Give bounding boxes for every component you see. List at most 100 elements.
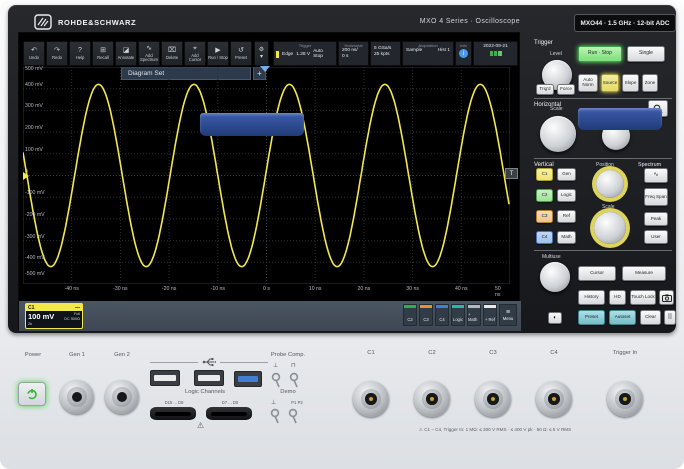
power-button[interactable] [18,382,46,406]
time-tick-label: -10 ns [211,286,225,292]
apps-button[interactable]: ⠿ [664,310,676,325]
user-button[interactable]: User [644,230,668,244]
toolbar-undo-button[interactable]: ↶Undo [23,41,45,66]
trigger-state: Stop [313,54,323,59]
c1-input-connector[interactable] [353,381,389,417]
warning-triangle-icon: ⚠ [197,421,204,430]
demo-signal-pins[interactable] [286,407,300,425]
trigger-info-segment[interactable]: Trigger Edge 1.28 V Auto Stop [273,41,337,66]
trigger-slope-button[interactable]: Slope [622,74,639,92]
measure-button[interactable]: Measure [622,266,666,281]
trigger-in-connector[interactable] [607,381,643,417]
toolbar-help-button[interactable]: ?Help [69,41,91,66]
c2-input-connector[interactable] [414,381,450,417]
channel-button-c2[interactable]: C2 [403,304,417,326]
toolbar-add-cursor-button[interactable]: ⌖Add Cursor [184,41,206,66]
add-cursor-icon: ⌖ [193,45,197,52]
touch-lock-button[interactable]: Touch Lock [630,290,656,305]
minimize-icon[interactable]: — [75,305,80,311]
toolbar-delete-button[interactable]: ⌧Delete [161,41,183,66]
clear-button[interactable]: Clear [640,310,661,325]
history-button[interactable]: History [578,290,605,305]
freq-span-button[interactable]: Freq Span [644,188,668,206]
toolbar-run-stop-button[interactable]: ▶Run / Stop [207,41,229,66]
history-label: Hist 1 [438,48,450,54]
status-infobar: Trigger Edge 1.28 V Auto Stop Horizontal [273,41,518,66]
c1-ground-marker[interactable] [23,172,29,180]
toolbar-recall-button[interactable]: ⊞Recall [92,41,114,66]
gen2-connector[interactable] [105,380,139,414]
usb-port-1[interactable] [150,370,180,386]
zone-trigger-button[interactable]: Zone [642,74,658,92]
ref-key[interactable]: Ref [557,210,576,223]
demo-ground-pin[interactable] [268,407,282,425]
channel-button-logic[interactable]: Logic [451,304,465,326]
toolbar-add-spectrum-button[interactable]: ∿Add Spectrum [138,41,160,66]
acquisition-segment[interactable]: Acquisition Sample Hist 1 [402,41,454,66]
run-stop-button[interactable]: Run · Stop [578,46,622,62]
logic-left-label: D15 ... D8 [152,400,196,405]
channel-button-c4[interactable]: C4 [435,304,449,326]
channel-button-ref[interactable]: + Ref [483,304,497,326]
touchscreen[interactable]: ↶Undo↷Redo?Help⊞Recall◪Annotate∿Add Spec… [18,32,520,330]
auto-norm-button[interactable]: Auto Norm [578,74,598,92]
spectrum-button[interactable]: ∿ [644,168,668,183]
hd-mode-button[interactable]: HD [609,290,626,305]
channel-button-c3[interactable]: C3 [419,304,433,326]
trigd-button[interactable]: Trig'd [536,84,554,95]
trigger-section-label: Trigger [534,40,553,46]
vertical-c2-key[interactable]: C2 [536,189,553,202]
channel-c1-badge[interactable]: C1 — 100 mV Full DC 500Ω 2k [25,303,83,329]
gen1-connector[interactable] [60,380,94,414]
logic-key[interactable]: Logic [557,189,576,202]
sample-rate-segment[interactable]: 5 GSa/s 25 kpts [370,41,401,66]
probe-comp-ground-pin[interactable] [269,371,283,389]
multiuse-knob[interactable] [540,262,570,292]
info-segment[interactable]: Info i [455,41,472,66]
usb-port-2[interactable] [194,370,224,386]
channel-button-math[interactable]: + Math [467,304,481,326]
toolbar-redo-button[interactable]: ↷Redo [46,41,68,66]
vertical-position-knob[interactable] [596,170,624,198]
single-button[interactable]: Single [627,46,665,62]
horizontal-scale-knob[interactable] [540,116,576,152]
trigger-source-button[interactable]: Source [601,74,619,92]
autoset-button[interactable]: Autoset [609,310,636,325]
input-rating-warning: ⚠ C1 – C4, Trigger In: 1 MΩ: ≤ 300 V RMS… [330,427,660,433]
probe-comp-signal-pin[interactable] [287,371,301,389]
toolbar-preset-button[interactable]: ↺Preset [230,41,252,66]
horizontal-scale-label: Scale [550,106,563,112]
vertical-scale-knob[interactable] [594,212,626,244]
waveform-diagram[interactable]: 500 mV400 mV300 mV200 mV100 mV0-100 mV-2… [23,67,510,284]
peak-button[interactable]: Peak [644,212,668,226]
vertical-c4-key[interactable]: C4 [536,231,553,244]
trigger-position-marker[interactable] [260,66,270,72]
force-trigger-button[interactable]: Force [557,84,575,95]
horizontal-info-segment[interactable]: Horizontal 200 ns/ 0 s [338,41,369,66]
square-wave-symbol-icon: ⊓ [291,362,296,369]
logic-connector-d15-d8[interactable] [150,407,196,420]
gen1-label: Gen 1 [60,352,94,358]
math-key[interactable]: Math [557,231,576,244]
stand-foot-left [200,113,304,136]
display-intensity-button[interactable]: ◐ [548,312,562,324]
info-bubble-icon[interactable]: i [459,49,468,58]
usb3-port[interactable] [234,371,262,387]
time-axis-labels: -40 ns-30 ns-20 ns-10 ns0 s10 ns20 ns30 … [23,286,510,294]
toolbar-annotate-button[interactable]: ◪Annotate [115,41,137,66]
vertical-c1-key[interactable]: C1 [536,168,553,181]
gen-key[interactable]: Gen [557,168,576,181]
horizontal-position: 0 s [342,54,348,59]
c4-input-connector[interactable] [536,381,572,417]
trigger-level-marker[interactable]: T [505,168,518,179]
c3-input-connector[interactable] [475,381,511,417]
toolbar-settings-button[interactable]: ⚙ ▾ [254,41,269,66]
menu-button[interactable]: ≡Menu [499,304,517,326]
preset-button[interactable]: Preset [578,310,605,325]
cursor-button[interactable]: Cursor [578,266,616,281]
time-tick-label: 10 ns [309,286,322,292]
datetime-segment[interactable]: 2022-09-21 [473,41,518,66]
screenshot-button[interactable] [659,290,674,305]
logic-connector-d7-d0[interactable] [206,407,252,420]
vertical-c3-key[interactable]: C3 [536,210,553,223]
